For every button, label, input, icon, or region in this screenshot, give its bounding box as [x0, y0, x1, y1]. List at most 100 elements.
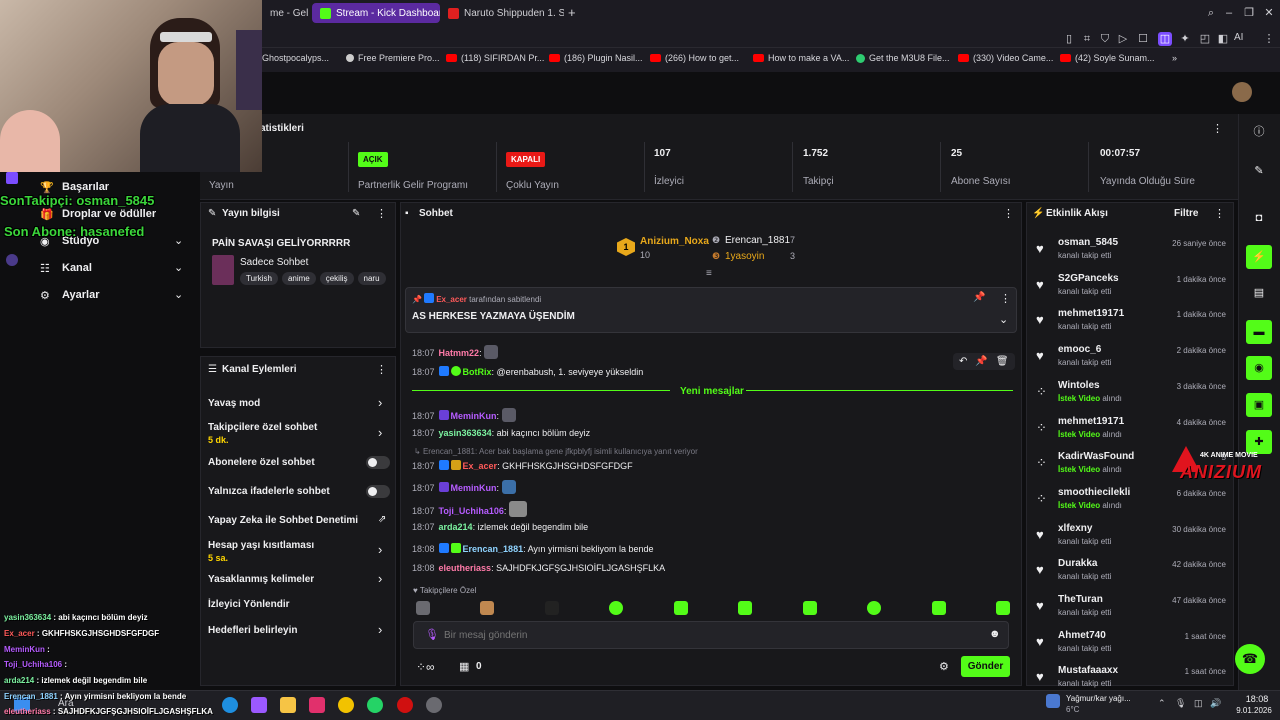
tag[interactable]: naru: [357, 272, 386, 285]
tag[interactable]: Turkish: [240, 272, 278, 285]
kebab-menu-icon[interactable]: ⋮: [376, 207, 387, 220]
bookmark-item[interactable]: (118) SIFIRDAN Pr...: [446, 53, 544, 63]
notes-icon[interactable]: ▤: [1250, 284, 1268, 302]
raid-viewers[interactable]: İzleyici Yönlendir: [208, 599, 290, 610]
edge-icon[interactable]: [222, 697, 238, 713]
opera-icon[interactable]: [397, 697, 413, 713]
pin-icon[interactable]: 📌: [975, 356, 987, 367]
followers-only-chat[interactable]: Takipçilere özel sohbet 5 dk.: [208, 422, 317, 445]
search-icon[interactable]: ⌕: [1204, 6, 1218, 20]
menu-icon[interactable]: ⋮: [1262, 32, 1276, 46]
tab-previous[interactable]: me - Gele: [262, 3, 308, 23]
bookmark-icon[interactable]: ☐: [1136, 32, 1150, 46]
emote-only-toggle[interactable]: [366, 485, 390, 498]
emote[interactable]: [416, 601, 430, 615]
send-button[interactable]: Gönder: [961, 656, 1010, 677]
bookmark-item[interactable]: (186) Plugin Nasil...: [549, 53, 643, 63]
bookmark-item[interactable]: (330) Video Came...: [958, 53, 1053, 63]
chevron-down-icon[interactable]: ⌄: [174, 234, 183, 247]
mini-icon[interactable]: [6, 254, 18, 266]
collapse-icon[interactable]: ≡: [706, 268, 712, 279]
event-item[interactable]: ♥ TheTuran kanalı takip etti 47 dakika önce: [1036, 594, 1226, 630]
emote[interactable]: [609, 601, 624, 615]
camera-icon[interactable]: ◘: [1250, 209, 1268, 227]
restore-icon[interactable]: ❐: [1242, 6, 1256, 20]
gear-icon[interactable]: ⚙: [939, 660, 949, 673]
chrome-icon[interactable]: [338, 697, 354, 713]
chevron-down-icon[interactable]: ⌄: [999, 313, 1008, 326]
chevron-right-icon[interactable]: ›: [378, 542, 382, 557]
kebab-menu-icon[interactable]: ⋮: [1003, 207, 1014, 220]
kebab-menu-icon[interactable]: ⋮: [1000, 292, 1011, 305]
tab-kick-dashboard[interactable]: Stream - Kick Dashboard: [312, 3, 440, 23]
chevron-down-icon[interactable]: ⌄: [174, 288, 183, 301]
volume-icon[interactable]: 🔊: [1210, 698, 1221, 709]
close-icon[interactable]: ✕: [1262, 6, 1276, 20]
chat-message[interactable]: 18:07 Toji_Uchiha106:: [412, 501, 527, 517]
chat-message[interactable]: 18:08 eleutheriass: SAJHDFKJGFŞGJHSIOİFLJ…: [412, 563, 665, 573]
subscribers-only-toggle[interactable]: [366, 456, 390, 469]
chat-message[interactable]: 18:07 MeminKun:: [412, 408, 516, 422]
event-item[interactable]: ♥ mehmet19171 kanalı takip etti 1 dakika ön…: [1036, 308, 1226, 344]
kebab-menu-icon[interactable]: ⋮: [1214, 207, 1225, 220]
kebab-menu-icon[interactable]: ⋮: [376, 363, 387, 376]
weather-text[interactable]: Yağmur/kar yağı...: [1066, 694, 1131, 703]
help-chat-icon[interactable]: ☎: [1235, 644, 1265, 674]
external-link-icon[interactable]: ⇗: [378, 514, 386, 525]
slow-mode[interactable]: Yavaş mod: [208, 398, 260, 409]
avatar[interactable]: [1232, 82, 1252, 102]
twitch-icon[interactable]: [6, 172, 18, 184]
layout-icon[interactable]: ▣: [1246, 393, 1272, 417]
broadcast-icon[interactable]: ◉: [1246, 356, 1272, 380]
bookmark-item[interactable]: Free Premiere Pro...: [346, 53, 440, 63]
emote[interactable]: [995, 601, 1010, 615]
more-bookmarks[interactable]: »: [1172, 53, 1177, 63]
store-icon[interactable]: ▦: [459, 660, 469, 673]
nav-settings[interactable]: Ayarlar: [62, 289, 100, 301]
tag[interactable]: çekiliş: [319, 272, 354, 285]
set-goals[interactable]: Hedefleri belirleyin: [208, 625, 297, 636]
event-item[interactable]: ♥ S2GPanceks kanalı takip etti 1 dakika önc…: [1036, 273, 1226, 309]
chat-input[interactable]: [444, 626, 964, 644]
emote[interactable]: [544, 601, 559, 615]
emote[interactable]: [931, 601, 946, 615]
new-tab-button[interactable]: +: [568, 5, 576, 20]
event-item[interactable]: ♥ emooc_6 kanalı takip etti 2 dakika önce: [1036, 344, 1226, 380]
edit-icon[interactable]: ✎: [352, 208, 360, 219]
chevron-down-icon[interactable]: ⌄: [174, 261, 183, 274]
network-icon[interactable]: ◫: [1194, 698, 1203, 709]
emoji-icon[interactable]: ☻: [989, 628, 1001, 640]
chat-message[interactable]: 18:07 MeminKun:: [412, 480, 516, 494]
instagram-icon[interactable]: [309, 697, 325, 713]
info-icon[interactable]: ⓘ: [1250, 123, 1268, 141]
bookmark-item[interactable]: How to make a VA...: [753, 53, 849, 63]
chevron-up-icon[interactable]: ⌃: [1158, 698, 1166, 709]
mic-icon[interactable]: 🎙: [425, 628, 439, 641]
play-icon[interactable]: ▷: [1116, 32, 1130, 46]
infinity-icon[interactable]: ⁘∞: [416, 660, 435, 674]
nav-channel[interactable]: Kanal: [62, 262, 92, 274]
reader-icon[interactable]: ▯: [1062, 32, 1076, 46]
emote[interactable]: [867, 601, 882, 615]
mic-icon[interactable]: 🎙: [1175, 698, 1186, 709]
event-item[interactable]: ⁘ smoothiecilekli İstek Video alındı 6 daki…: [1036, 487, 1226, 523]
event-item[interactable]: ♥ osman_5845 kanalı takip etti 26 saniye ön…: [1036, 237, 1226, 273]
copilot-icon[interactable]: [251, 697, 267, 713]
bookmark-item[interactable]: (266) How to get...: [650, 53, 739, 63]
obs-icon[interactable]: [426, 697, 442, 713]
minimize-icon[interactable]: –: [1222, 6, 1236, 20]
chat-message[interactable]: 18:07 Hatmm22:: [412, 345, 499, 359]
sidebar-icon[interactable]: ◧: [1216, 32, 1230, 46]
shield-icon[interactable]: ⛉: [1098, 32, 1112, 46]
bookmark-item[interactable]: (42) Soyle Sunam...: [1060, 53, 1155, 63]
bookmark-item[interactable]: Get the M3U8 File...: [856, 53, 950, 63]
stats-menu-icon[interactable]: ⋮: [1212, 122, 1223, 135]
extension-icon[interactable]: ◫: [1158, 32, 1172, 46]
chevron-right-icon[interactable]: ›: [378, 395, 382, 410]
chevron-right-icon[interactable]: ›: [378, 622, 382, 637]
chat-message[interactable]: 18:07 arda214: izlemek değil begendim bil…: [412, 522, 588, 532]
nav-achievements[interactable]: Başarılar: [62, 181, 109, 193]
reply-icon[interactable]: ↶: [959, 356, 967, 367]
nav-drops[interactable]: Droplar ve ödüller: [62, 208, 156, 220]
pin-icon[interactable]: 📌: [973, 292, 985, 303]
